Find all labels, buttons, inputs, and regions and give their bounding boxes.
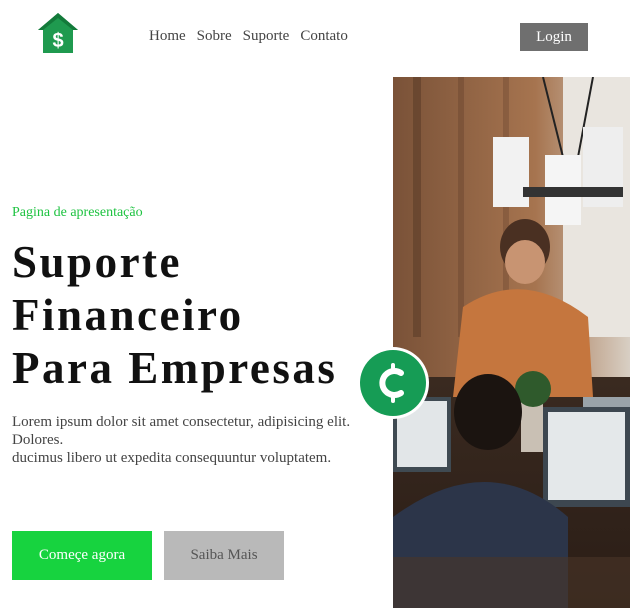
headline-line-2: Financeiro [12,290,244,340]
currency-badge [360,350,426,416]
headline-line-3: Para Empresas [12,343,338,393]
headline: Suporte Financeiro Para Empresas [12,236,337,395]
start-now-button[interactable]: Começe agora [12,531,152,580]
currency-coin-icon [379,363,404,403]
house-dollar-icon: $ [38,13,78,53]
learn-more-button[interactable]: Saiba Mais [164,531,284,580]
nav-sobre[interactable]: Sobre [197,28,232,45]
description-line-2: ducimus libero ut expedita consequuntur … [12,450,332,466]
hero-description: Lorem ipsum dolor sit amet consectetur, … [12,413,392,467]
description-line-1: Lorem ipsum dolor sit amet consectetur, … [12,414,351,448]
headline-line-1: Suporte [12,237,183,287]
office-people-image [393,77,630,608]
eyebrow-text: Pagina de apresentação [12,205,143,220]
svg-text:$: $ [52,30,63,52]
main-nav: Home Sobre Suporte Contato [149,28,359,45]
login-button[interactable]: Login [520,23,588,51]
nav-suporte[interactable]: Suporte [243,28,290,45]
nav-home[interactable]: Home [149,28,186,45]
nav-contato[interactable]: Contato [300,28,348,45]
hero-photo [393,77,630,608]
logo[interactable]: $ [37,12,79,54]
